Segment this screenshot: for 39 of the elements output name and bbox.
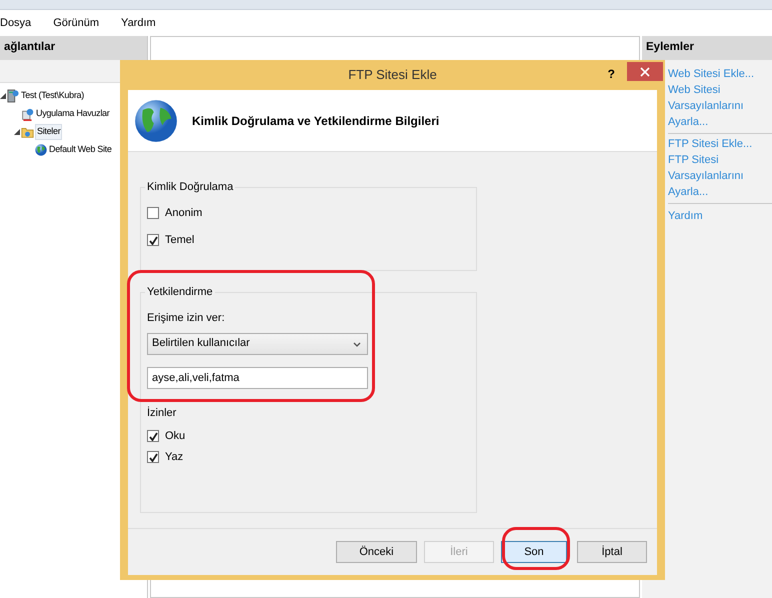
group-title: Kimlik Doğrulama	[145, 180, 236, 194]
checkbox-label: Oku	[165, 428, 186, 444]
menu-item[interactable]: Dosya	[0, 14, 32, 32]
highlight-outline	[502, 527, 570, 570]
dropdown-field[interactable]: Belirtilen kullanıcılar	[147, 332, 368, 354]
expand-arrow-icon[interactable]	[0, 93, 6, 99]
dialog-title: FTP Sitesi Ekle	[348, 66, 437, 84]
checkbox[interactable]	[147, 207, 159, 219]
menu-item[interactable]: Yardım	[121, 14, 156, 32]
checkbox[interactable]	[147, 430, 159, 442]
tree-item[interactable]: Siteler	[35, 124, 62, 140]
tree-item[interactable]: Default Web Site	[48, 143, 113, 157]
checkbox[interactable]	[147, 451, 159, 463]
help-button[interactable]: ?	[608, 65, 615, 83]
close-icon	[640, 66, 650, 76]
users-field[interactable]: ayse,ali,veli,fatma	[147, 366, 368, 388]
server-icon	[7, 89, 19, 103]
dialog-button[interactable]: Önceki	[336, 541, 417, 563]
dialog-button[interactable]: Son	[501, 541, 567, 563]
dialog-button[interactable]: İptal	[577, 541, 647, 563]
panel-header: Eylemler	[642, 36, 772, 60]
checkbox-label: Yaz	[165, 450, 184, 465]
globe-icon	[35, 144, 47, 156]
expand-arrow-icon[interactable]	[14, 129, 20, 135]
panel-header: ağlantılar	[0, 36, 147, 60]
globe-icon	[134, 98, 178, 142]
app-pool-icon	[21, 108, 34, 120]
checkbox-label: Anonim	[165, 206, 202, 221]
close-button[interactable]	[627, 62, 663, 81]
field-label: Erişime izin ver:	[147, 311, 226, 326]
menu-item[interactable]: Görünüm	[53, 14, 100, 32]
checkbox[interactable]	[147, 234, 159, 246]
dropdown-caret-icon	[353, 342, 361, 348]
permissions-label: İzinler	[147, 406, 178, 420]
folder-icon	[21, 126, 34, 138]
page-heading: Kimlik Doğrulama ve Yetkilendirme Bilgileri	[192, 112, 440, 130]
tree-item[interactable]: Test (Test\Kubra)	[20, 89, 85, 103]
tree-item[interactable]: Uygulama Havuzlar	[35, 107, 110, 121]
checkbox-label: Temel	[165, 232, 194, 248]
